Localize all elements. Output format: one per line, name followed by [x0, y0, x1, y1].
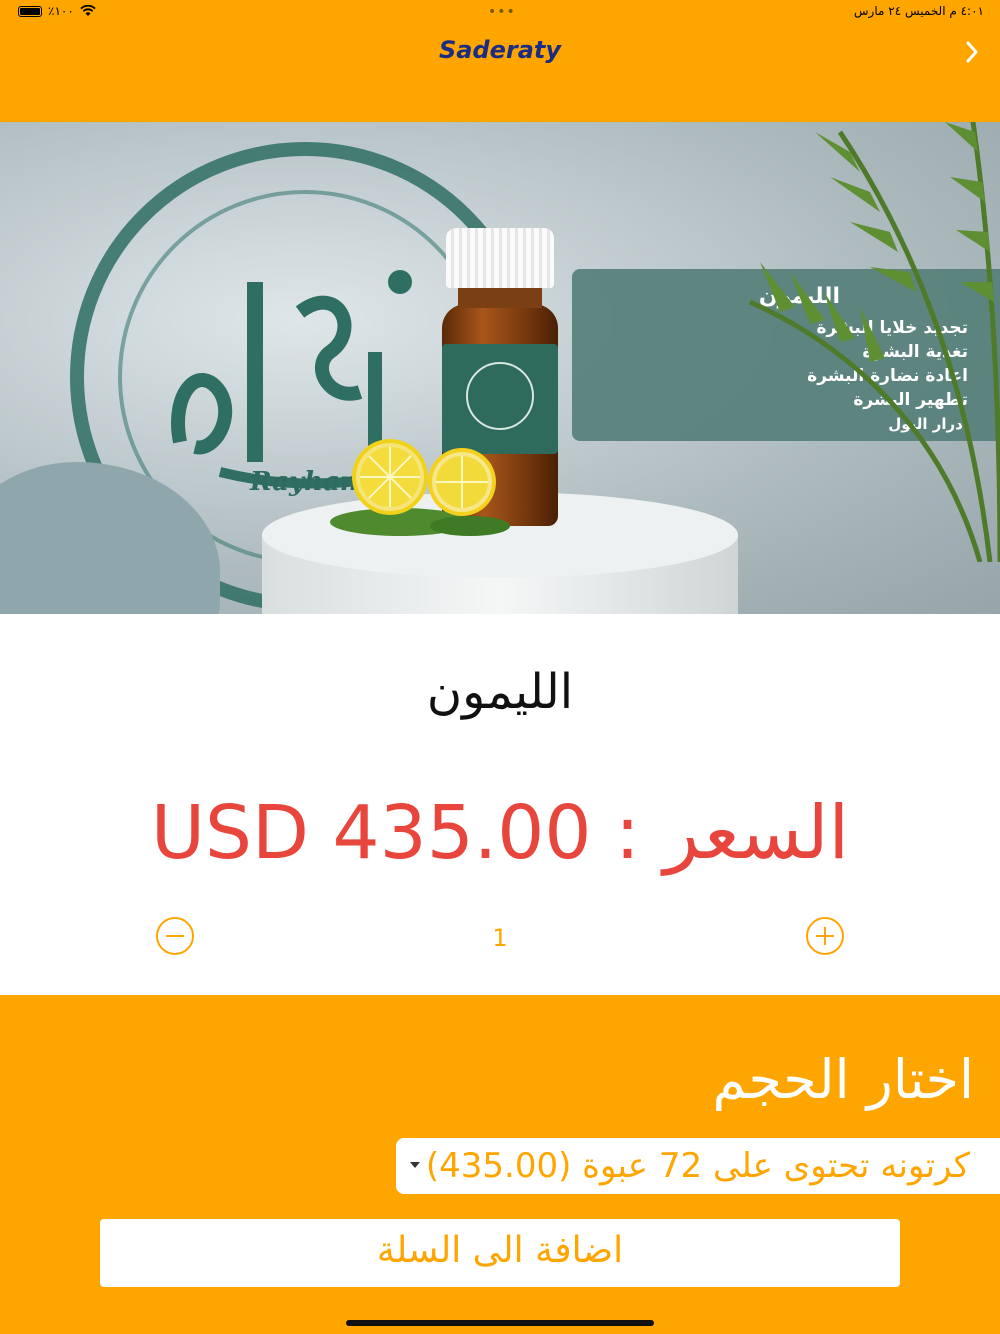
- battery-icon: [18, 5, 42, 17]
- status-bar-left: ٪١٠٠: [18, 4, 96, 18]
- bottle-neck: [458, 286, 542, 308]
- add-to-cart-label[interactable]: اضافة الى السلة: [100, 1230, 900, 1271]
- chevron-right-icon[interactable]: [958, 38, 986, 66]
- bottle-seal-logo: [466, 362, 534, 430]
- wifi-icon: [80, 5, 96, 16]
- palm-plant-image: [748, 122, 1000, 562]
- size-dropdown-value[interactable]: كرتونه تحتوى على 72 عبوة (435.00): [426, 1146, 970, 1186]
- choose-size-title: اختار الحجم: [712, 1048, 974, 1111]
- product-title: الليمون: [426, 664, 574, 720]
- battery-level: ٪١٠٠: [48, 4, 74, 18]
- lemon-image: [330, 439, 510, 536]
- caret-down-icon[interactable]: [410, 1162, 420, 1168]
- multitasking-dots[interactable]: •••: [488, 4, 516, 20]
- quantity-value: 1: [492, 924, 508, 952]
- product-banner-image: Rayhan الليمون تجديد خلايا البشرة تغدية …: [0, 122, 1000, 614]
- status-time-date: ٤:٠١ م الخميس ٢٤ مارس: [853, 4, 984, 18]
- app-header: ٪١٠٠ ••• ٤:٠١ م الخميس ٢٤ مارس Saderaty: [0, 0, 1000, 122]
- product-price: السعر : USD 435.00: [150, 790, 850, 876]
- home-indicator[interactable]: [346, 1320, 654, 1326]
- increase-quantity-button[interactable]: [806, 917, 844, 955]
- saderaty-logo: Saderaty: [438, 36, 562, 64]
- decrease-quantity-button[interactable]: [156, 917, 194, 955]
- bottle-cap: [446, 228, 554, 288]
